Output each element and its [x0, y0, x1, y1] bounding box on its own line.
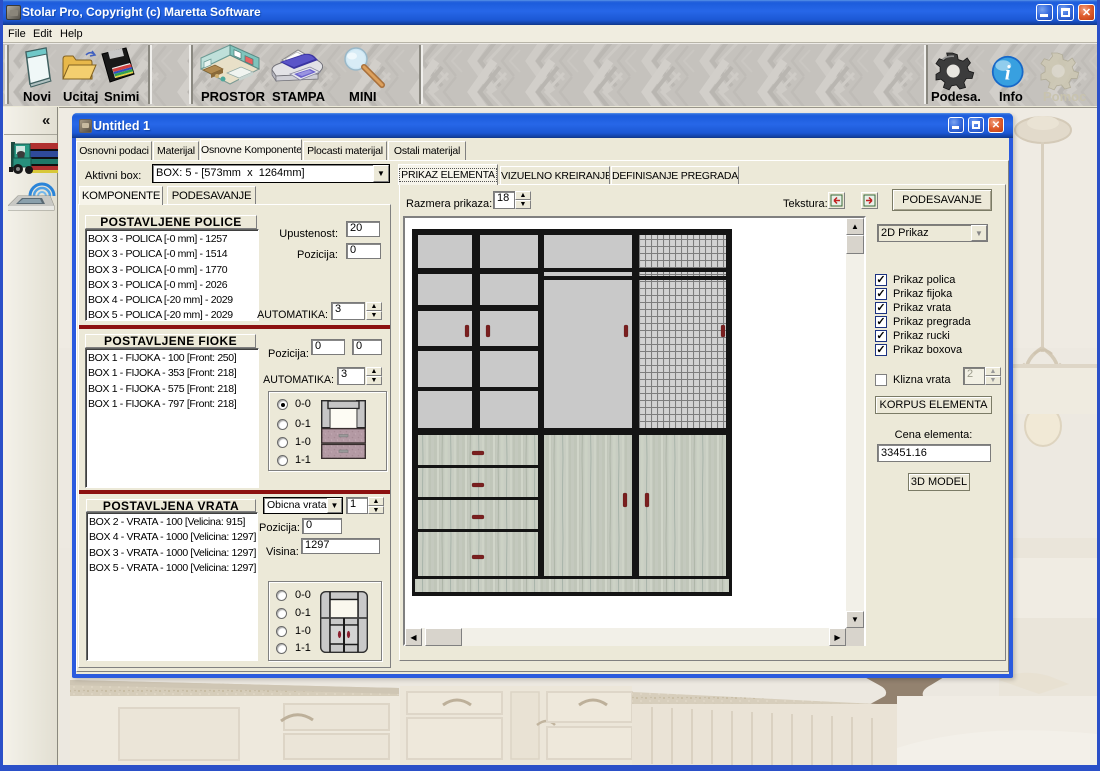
- svg-text:i: i: [1005, 61, 1011, 85]
